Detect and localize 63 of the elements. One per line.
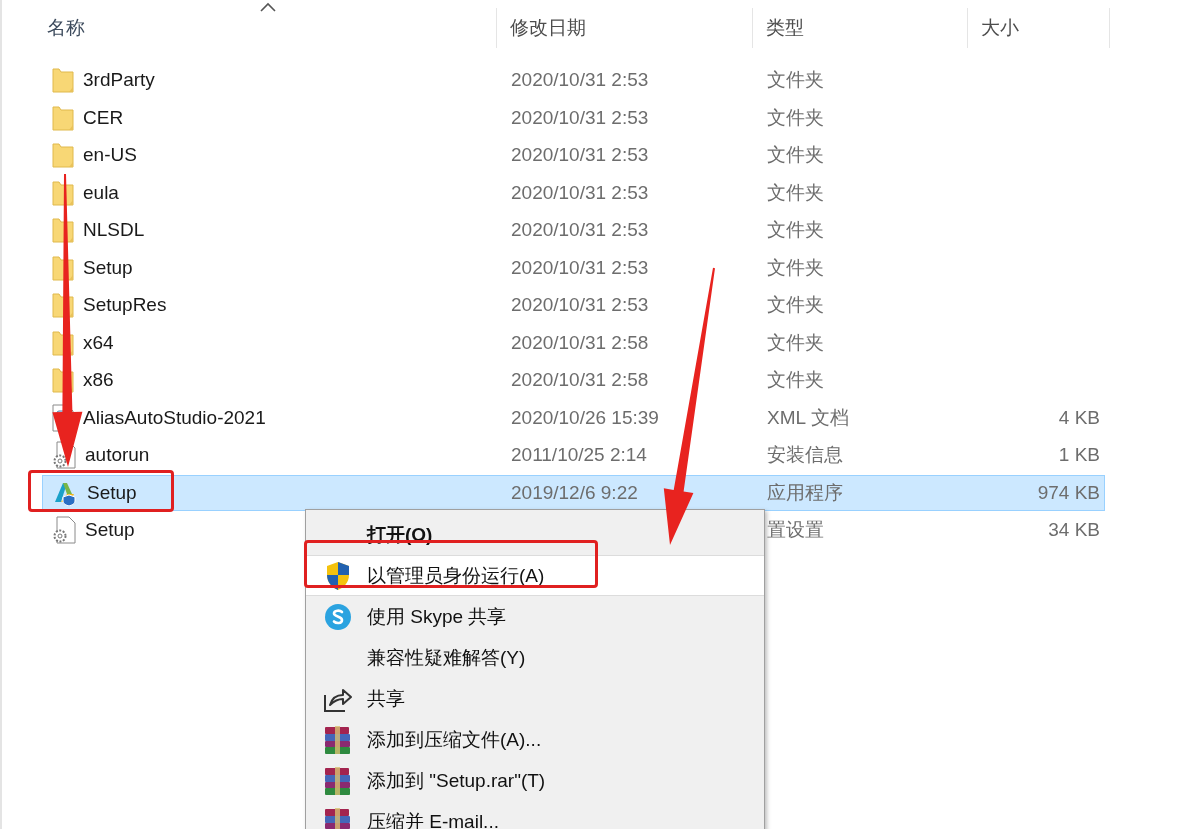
file-name: x86 <box>83 369 114 391</box>
skype-icon <box>324 602 352 631</box>
file-name: Setup <box>85 519 135 541</box>
file-type: XML 文档 <box>767 406 849 428</box>
modified-date: 2020/10/26 15:39 <box>511 406 659 428</box>
file-type: 应用程序 <box>767 481 843 503</box>
modified-date: 2020/10/31 2:58 <box>511 331 649 353</box>
menu-item[interactable]: 使用 Skype 共享 <box>306 596 764 637</box>
folder-icon <box>52 179 74 206</box>
file-type: 文件夹 <box>767 294 824 315</box>
file-name: autorun <box>85 444 150 466</box>
file-name: 3rdParty <box>83 69 155 91</box>
modified-date: 2020/10/31 2:53 <box>511 256 649 278</box>
file-name: x64 <box>83 331 114 354</box>
file-name: NLSDL <box>83 219 145 241</box>
file-name: Setup <box>83 256 133 279</box>
modified-date: 2020/10/31 2:58 <box>511 369 649 390</box>
modified-date: 2020/10/31 2:53 <box>511 69 649 90</box>
file-type: 文件夹 <box>767 219 824 240</box>
modified-date: 2020/10/31 2:53 <box>511 294 649 315</box>
file-name: eula <box>83 181 119 204</box>
menu-item[interactable]: 添加到压缩文件(A)... <box>306 719 764 760</box>
file-name: CER <box>83 106 124 129</box>
file-type: 文件夹 <box>767 181 824 203</box>
file-type: 置设置 <box>767 519 824 540</box>
folder-icon <box>52 104 74 131</box>
file-size: 4 KB <box>1058 406 1100 428</box>
modified-date: 2011/10/25 2:14 <box>511 444 647 465</box>
file-type: 文件夹 <box>767 69 824 90</box>
column-header[interactable]: 大小 <box>981 15 1019 41</box>
file-type: 文件夹 <box>767 369 824 390</box>
modified-date: 2019/12/6 9:22 <box>511 481 638 503</box>
archive-books-icon <box>323 765 353 796</box>
file-type: 文件夹 <box>767 106 824 128</box>
file-size: 1 KB <box>1058 444 1100 465</box>
file-size: 34 KB <box>1048 519 1100 540</box>
folder-icon <box>52 67 74 93</box>
menu-item[interactable]: 以管理员身份运行(A) <box>306 555 764 596</box>
file-name: SetupRes <box>83 294 167 316</box>
file-name: AliasAutoStudio-2021 <box>83 406 266 429</box>
file-type: 安装信息 <box>767 444 843 465</box>
modified-date: 2020/10/31 2:53 <box>511 181 649 203</box>
file-name: Setup <box>87 481 137 504</box>
file-name: en-US <box>83 144 137 166</box>
file-type: 文件夹 <box>767 331 824 353</box>
folder-icon <box>52 142 74 168</box>
menu-item[interactable]: 共享 <box>306 678 764 719</box>
modified-date: 2020/10/31 2:53 <box>511 219 649 240</box>
modified-date: 2020/10/31 2:53 <box>511 144 649 165</box>
modified-date: 2020/10/31 2:53 <box>511 106 649 128</box>
column-header[interactable]: 名称 <box>47 15 85 41</box>
column-header[interactable]: 类型 <box>766 15 804 41</box>
gear-document-icon <box>52 516 76 544</box>
column-header[interactable]: 修改日期 <box>510 15 586 41</box>
file-type: 文件夹 <box>767 144 824 165</box>
menu-item[interactable]: 添加到 "Setup.rar"(T) <box>306 760 764 801</box>
file-size: 974 KB <box>1037 481 1100 503</box>
archive-books-icon <box>323 806 353 829</box>
selected-row[interactable]: Setup 2019/12/6 9:22 应用程序 974 KB <box>42 474 1105 511</box>
shield-icon <box>325 560 351 591</box>
menu-item[interactable]: 兼容性疑难解答(Y) <box>306 637 764 678</box>
archive-books-icon <box>323 724 353 755</box>
file-type: 文件夹 <box>767 256 824 278</box>
